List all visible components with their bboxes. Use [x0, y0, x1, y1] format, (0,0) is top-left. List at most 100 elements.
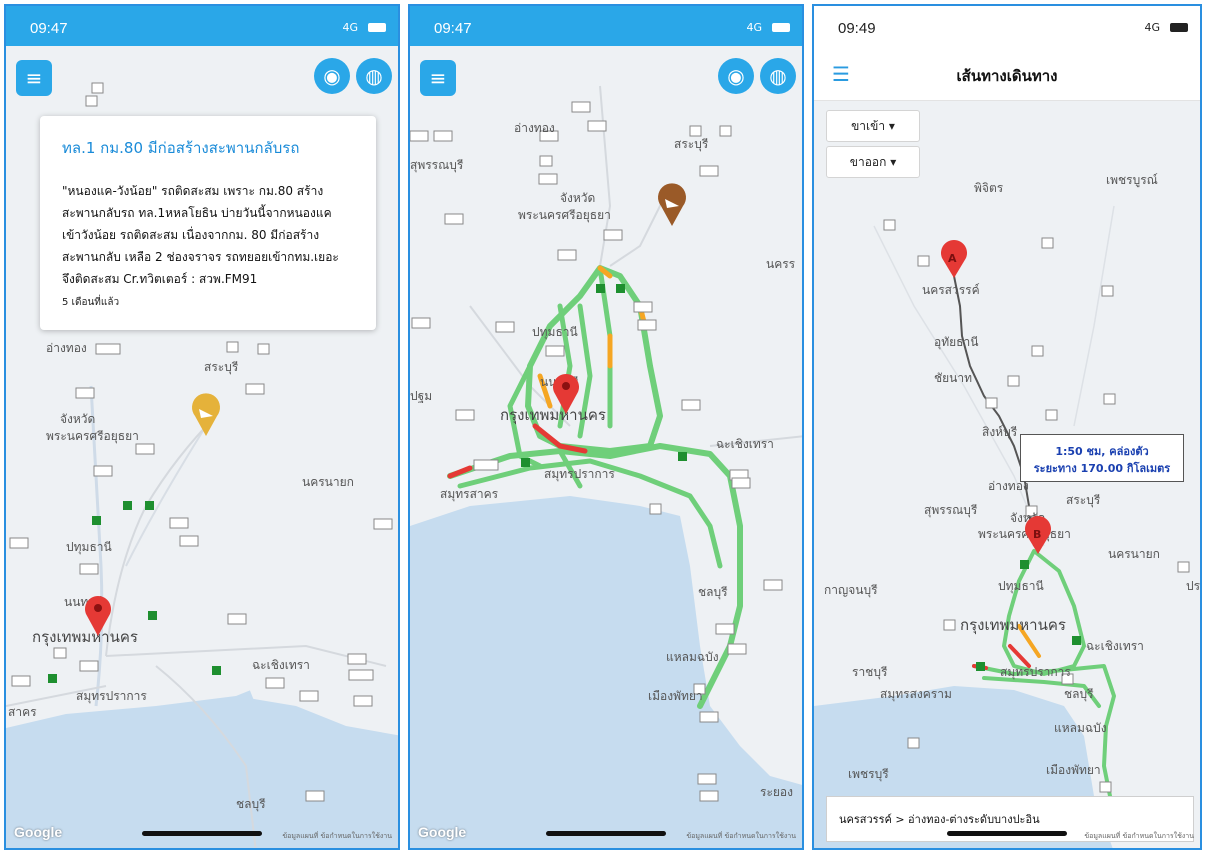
target-icon: ◉ [727, 64, 745, 88]
map-label: เมืองพัทยา [648, 689, 703, 703]
map-label: สมุทรปราการ [76, 689, 147, 704]
map-label: กรุงเทพมหานคร [32, 628, 138, 647]
home-indicator [546, 831, 666, 836]
map-terms-link[interactable]: ข้อมูลแผนที่ ข้อกำหนดในการใช้งาน [282, 831, 392, 842]
map-label: กาญจนบุรี [824, 583, 878, 598]
route-duration: 1:50 ชม, คล่องตัว [1055, 445, 1149, 458]
status-bar: 09:47 4G [6, 6, 398, 44]
globe-button[interactable]: ◍ [760, 58, 796, 94]
popup-line: จึงติดสะสม Cr.ทวิตเตอร์ : สวพ.FM91 [62, 272, 258, 286]
map-label: พระนครศรีอยุธยา [978, 527, 1071, 542]
map-label: สิงห์บุรี [982, 425, 1018, 440]
marker-a-label: A [948, 252, 957, 265]
map-label: นครนายก [302, 475, 354, 489]
home-indicator [142, 831, 262, 836]
battery-icon [772, 23, 790, 32]
network-label: 4G [342, 21, 358, 34]
globe-button[interactable]: ◍ [356, 58, 392, 94]
menu-button[interactable]: ≡ [16, 60, 52, 96]
globe-icon: ◍ [365, 64, 383, 88]
target-icon: ◉ [323, 64, 341, 88]
menu-icon: ≡ [429, 66, 447, 90]
locate-button[interactable]: ◉ [718, 58, 754, 94]
route-distance: ระยะทาง 170.00 กิโลเมตร [1033, 462, 1171, 475]
map-label: ปทุมธานี [532, 325, 578, 340]
phone-screen-3: พิจิตร เพชรบูรณ์ นครสวรรค์ อุทัยธานี ชัย… [812, 4, 1202, 850]
map-label: ฉะเชิงเทรา [716, 437, 774, 451]
map-label: นครร [766, 257, 796, 271]
phone-screen-1: อ่างทอง สระบุรี จังหวัด พระนครศรีอยุธยา … [4, 4, 400, 850]
status-bar: 09:49 4G [814, 6, 1200, 44]
map-label: สมุทรสงคราม [880, 687, 952, 702]
status-bar: 09:47 4G [410, 6, 802, 44]
phone-screen-2: อ่างทอง สระบุรี สุพรรณบุรี จังหวัด พระนค… [408, 4, 804, 850]
map-label: นครนายก [1108, 547, 1160, 561]
map-label: ปฐม [410, 389, 432, 403]
map-label: กรุงเทพมหานคร [500, 406, 606, 425]
popup-line: สะพานกลับรถ ทล.1หหลโยธิน บ่ายวันนี้จากหน… [62, 206, 332, 220]
map-view[interactable]: อ่างทอง สระบุรี สุพรรณบุรี จังหวัด พระนค… [410, 6, 804, 850]
map-label: สุพรรณบุรี [924, 503, 978, 518]
home-indicator [947, 831, 1067, 836]
map-label: ระยอง [760, 785, 793, 799]
menu-icon: ≡ [25, 66, 43, 90]
map-label: ชลบุรี [236, 797, 266, 812]
map-label: ปทุมธานี [66, 540, 112, 555]
map-label: เพชรบุรี [848, 767, 889, 782]
map-label: ปทุมธานี [998, 579, 1044, 594]
map-label: ฉะเชิงเทรา [252, 658, 310, 672]
map-label: นครสวรรค์ [922, 283, 980, 297]
map-label: พระนครศรีอยุธยา [46, 429, 139, 444]
map-label: ฉะเชิงเทรา [1086, 639, 1144, 653]
popup-line: สะพานกลับ เหลือ 2 ช่องจราจร รถทยอยเข้ากท… [62, 250, 339, 264]
map-label: เมืองพัทยา [1046, 763, 1101, 777]
outbound-dropdown[interactable]: ขาออก ▾ [826, 146, 920, 178]
route-info-tooltip: 1:50 ชม, คล่องตัว ระยะทาง 170.00 กิโลเมต… [1020, 434, 1184, 482]
map-label: พิจิตร [974, 181, 1004, 195]
status-time: 09:49 [838, 20, 876, 37]
map-label: ชลบุรี [1064, 687, 1094, 702]
network-label: 4G [1144, 21, 1160, 34]
map-label: สระบุรี [1066, 493, 1101, 508]
popup-line: "หนองแค-วังน้อย" รถติดสะสม เพราะ กม.80 ส… [62, 184, 324, 198]
battery-icon [368, 23, 386, 32]
google-logo: Google [418, 824, 467, 840]
battery-icon [1170, 23, 1188, 32]
map-label: สระบุรี [674, 137, 709, 152]
google-logo: Google [14, 824, 63, 840]
globe-icon: ◍ [769, 64, 787, 88]
map-label: สุพรรณบุรี [410, 158, 464, 173]
map-label: ราชบุรี [852, 665, 888, 680]
popup-title: ทล.1 กม.80 มีก่อสร้างสะพานกลับรถ [62, 139, 300, 157]
map-label: ชลบุรี [698, 585, 728, 600]
page-title: เส้นทางเดินทาง [956, 67, 1058, 85]
map-label: เพชรบูรณ์ [1106, 173, 1158, 188]
locate-button[interactable]: ◉ [314, 58, 350, 94]
map-label: สาคร [8, 705, 37, 719]
popup-time-ago: 5 เดือนที่แล้ว [62, 297, 120, 308]
status-time: 09:47 [30, 20, 68, 37]
status-time: 09:47 [434, 20, 472, 37]
map-label: แหลมฉบัง [666, 650, 719, 664]
map-label: ชัยนาท [934, 371, 972, 385]
inbound-dropdown[interactable]: ขาเข้า ▾ [826, 110, 920, 142]
map-label: สมุทรปราการ [1000, 665, 1071, 680]
app-header: ☰ เส้นทางเดินทาง [814, 44, 1200, 101]
map-label: สระบุรี [204, 360, 239, 375]
map-label: สมุทรสาคร [440, 487, 499, 502]
map-label: จังหวัด [60, 412, 95, 426]
map-label: สมุทรปราการ [544, 467, 615, 482]
network-label: 4G [746, 21, 762, 34]
incident-popup[interactable]: ทล.1 กม.80 มีก่อสร้างสะพานกลับรถ "หนองแค… [40, 116, 376, 330]
map-terms-link[interactable]: ข้อมูลแผนที่ ข้อกำหนดในการใช้งาน [1084, 831, 1194, 842]
popup-line: เข้าวังน้อย รถติดสะสม เนื่องจากกม. 80 มี… [62, 228, 320, 242]
marker-b-label: B [1033, 528, 1041, 541]
map-label: ปร [1186, 579, 1201, 593]
map-label: อ่างทอง [514, 121, 555, 135]
map-label: อ่างทอง [46, 341, 87, 355]
menu-button[interactable]: ≡ [420, 60, 456, 96]
map-label: แหลมฉบัง [1054, 721, 1107, 735]
map-terms-link[interactable]: ข้อมูลแผนที่ ข้อกำหนดในการใช้งาน [686, 831, 796, 842]
popup-body: "หนองแค-วังน้อย" รถติดสะสม เพราะ กม.80 ส… [62, 180, 354, 290]
map-label: กรุงเทพมหานคร [960, 616, 1066, 635]
